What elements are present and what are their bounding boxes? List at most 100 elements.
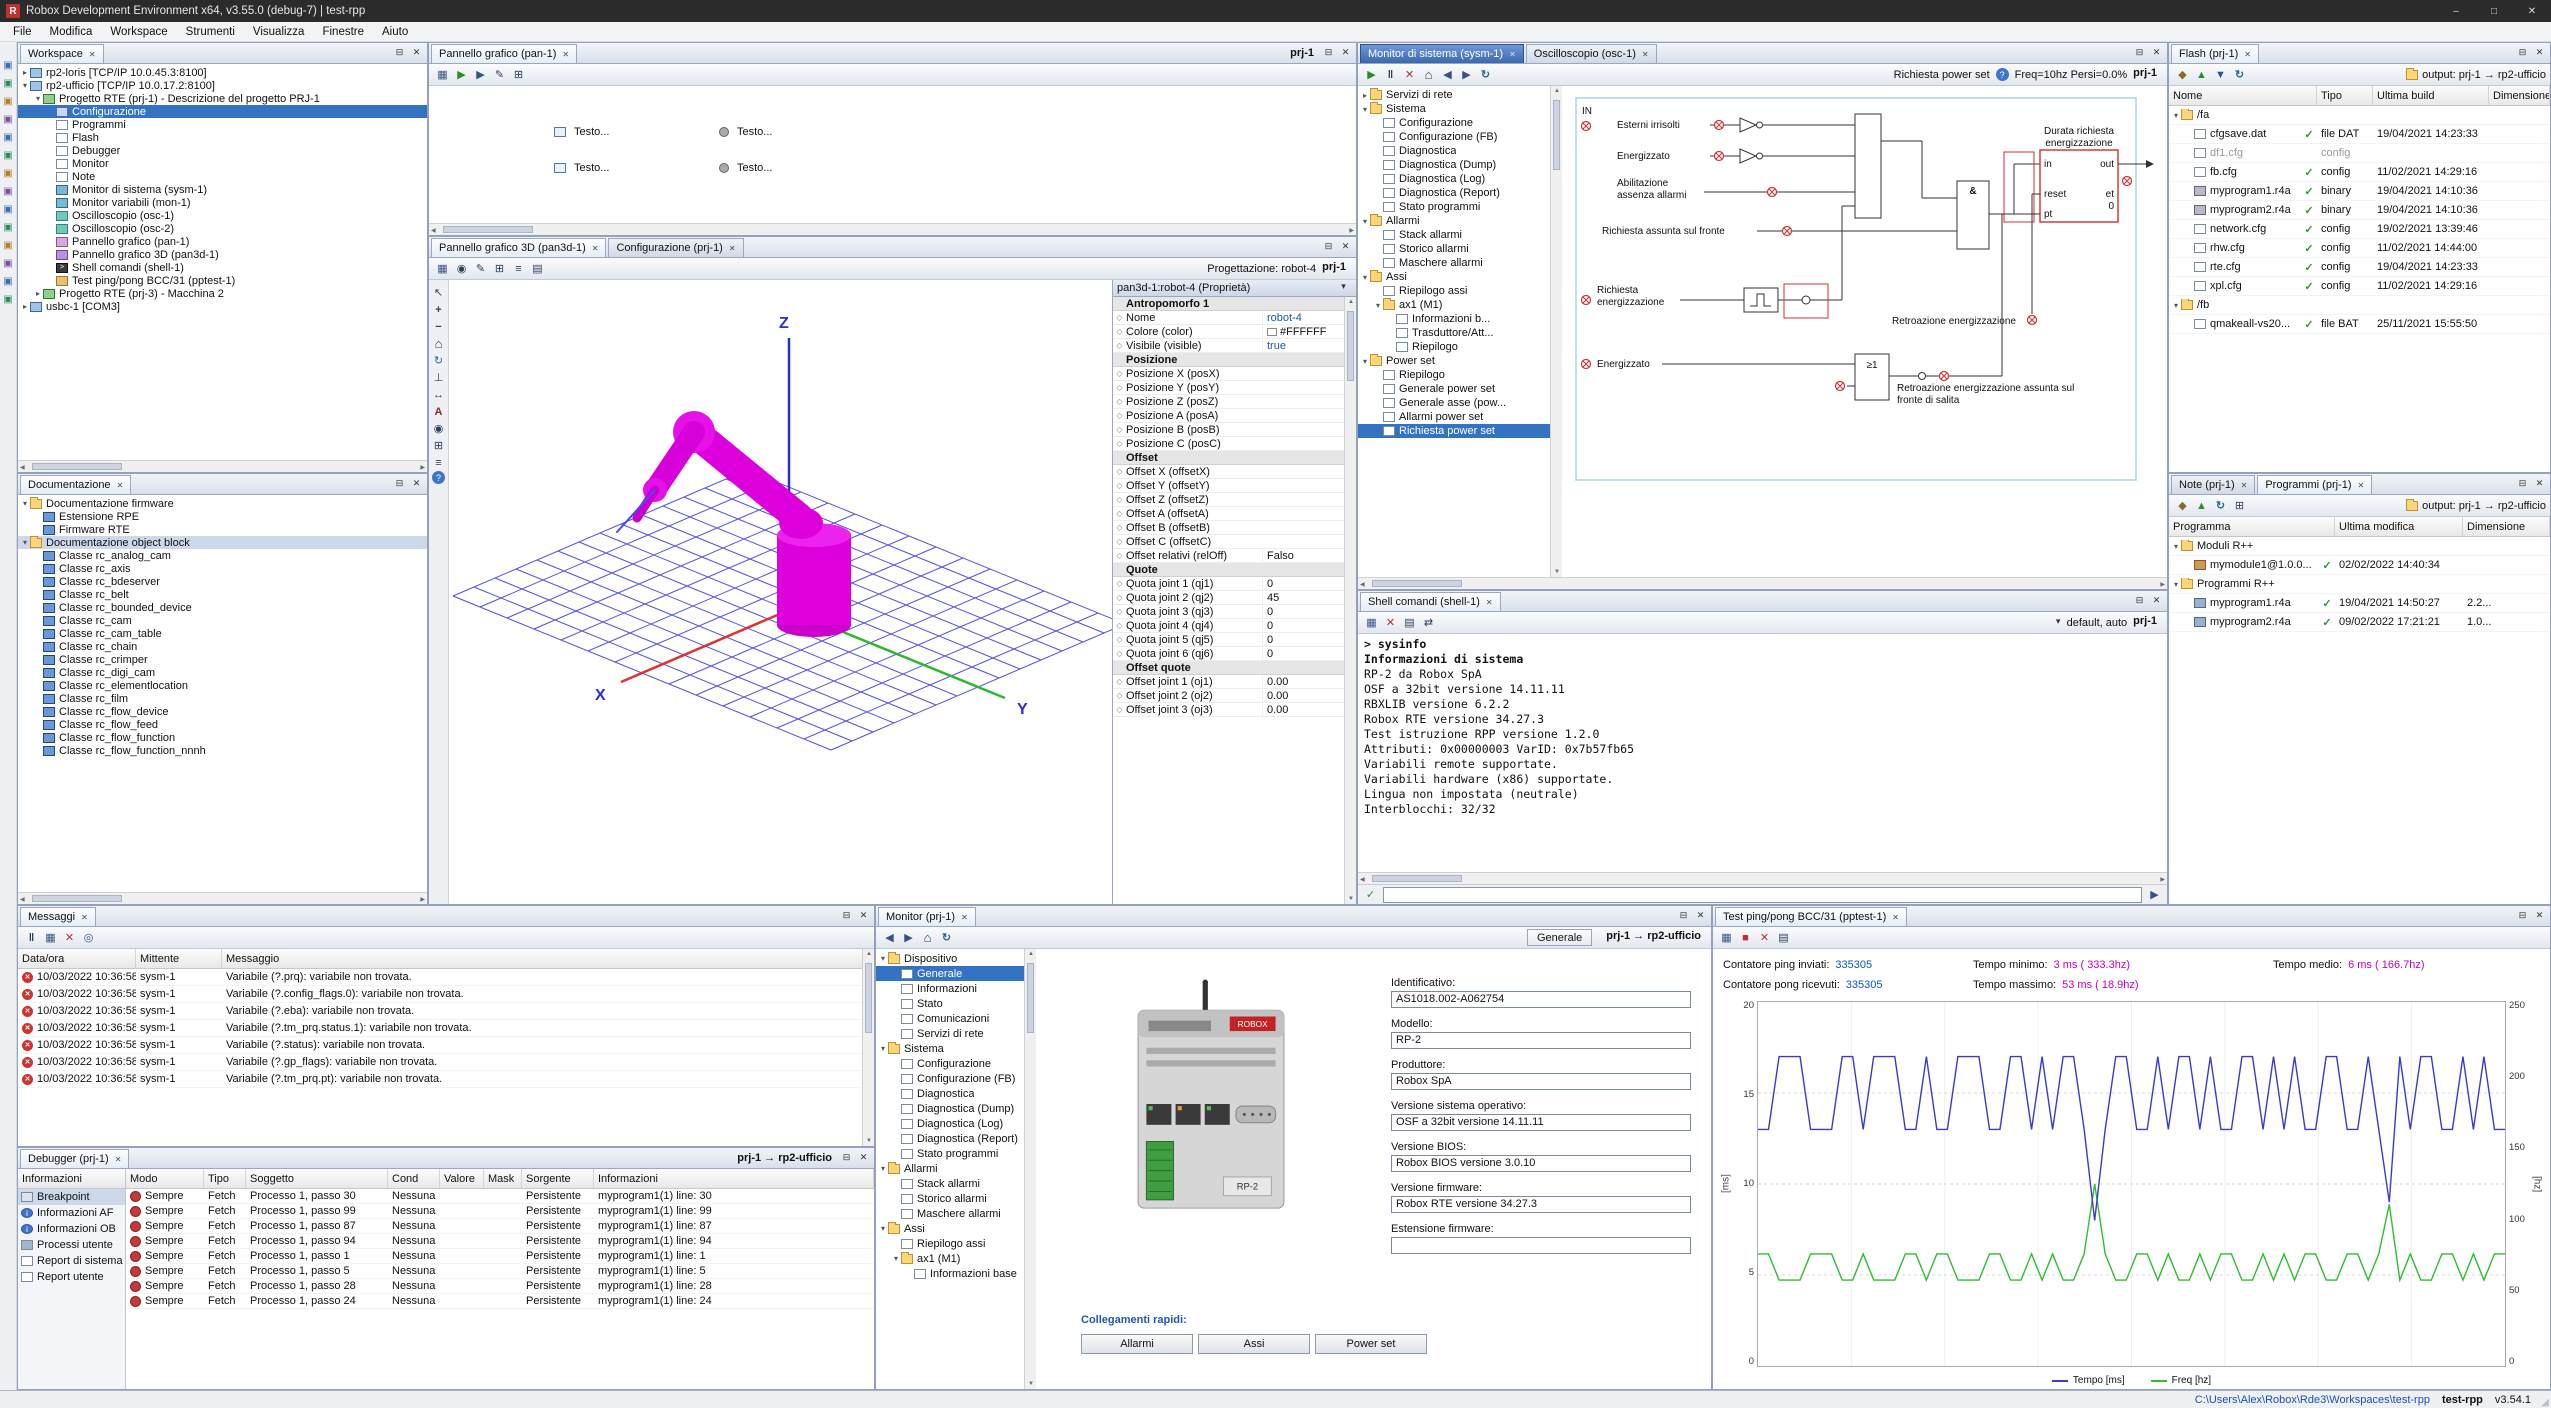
tab-close-icon[interactable] xyxy=(1892,913,1899,922)
layers-icon[interactable] xyxy=(510,260,527,277)
expander-icon[interactable] xyxy=(878,954,888,963)
tab-close-icon[interactable] xyxy=(1642,50,1649,59)
tree-item[interactable]: Allarmi xyxy=(1358,214,1550,228)
tree-item[interactable]: Documentazione firmware xyxy=(18,497,427,510)
clear-icon[interactable] xyxy=(61,929,78,946)
menu-down-icon[interactable] xyxy=(2051,614,2066,629)
tab-close-icon[interactable] xyxy=(115,1155,122,1164)
tab-close-icon[interactable] xyxy=(729,244,736,253)
tab-close-icon[interactable] xyxy=(2241,481,2248,490)
print-icon[interactable] xyxy=(1401,614,1418,631)
tree-item[interactable]: Assi xyxy=(1358,270,1550,284)
table-row[interactable]: Programmi R++ xyxy=(2169,575,2550,594)
refresh-icon[interactable] xyxy=(1477,66,1494,83)
flash-icon[interactable] xyxy=(1,274,15,288)
save-icon[interactable] xyxy=(434,260,451,277)
field-value[interactable]: OSF a 32bit versione 14.11.11 xyxy=(1391,1114,1691,1131)
axes-icon[interactable] xyxy=(430,369,447,386)
table-row[interactable]: Sempre Fetch Processo 1, passo 5 Nessuna… xyxy=(126,1264,874,1279)
clear-icon[interactable] xyxy=(1756,929,1773,946)
tree-item[interactable]: Classe rc_flow_function_nnnh xyxy=(18,744,427,757)
table-row[interactable]: Sempre Fetch Processo 1, passo 24 Nessun… xyxy=(126,1294,874,1309)
tree-item[interactable]: Classe rc_elementlocation xyxy=(18,679,427,692)
tree-item[interactable]: Diagnostica xyxy=(876,1086,1024,1101)
tab-close-icon[interactable] xyxy=(2244,50,2251,59)
tab-documentazione[interactable]: Documentazione xyxy=(20,475,131,494)
save-icon[interactable] xyxy=(1363,614,1380,631)
tree-item[interactable]: Generale asse (pow... xyxy=(1358,396,1550,410)
tree-item[interactable]: Progetto RTE (prj-1) - Descrizione del p… xyxy=(18,92,427,105)
table-row[interactable]: 10/03/2022 10:36:58 sysm-1 Variabile (?.… xyxy=(18,969,874,986)
table-row[interactable]: Sempre Fetch Processo 1, passo 94 Nessun… xyxy=(126,1234,874,1249)
table-row[interactable]: xpl.cfg config 11/02/2021 14:29:16 xyxy=(2169,277,2550,296)
pause-icon[interactable] xyxy=(23,929,40,946)
run-icon[interactable] xyxy=(1363,66,1380,83)
tree-item[interactable]: Test ping/pong BCC/31 (pptest-1) xyxy=(18,274,427,287)
documentation-icon[interactable] xyxy=(1,130,15,144)
run-icon[interactable] xyxy=(453,66,470,83)
field-value[interactable]: Robox SpA xyxy=(1391,1073,1691,1090)
expander-icon[interactable] xyxy=(1360,91,1370,100)
graphic-panel-canvas[interactable]: Testo... Testo... Testo... Testo... xyxy=(429,86,1356,186)
tab-pan1[interactable]: Pannello grafico (pan-1) xyxy=(431,44,577,63)
tab-shell[interactable]: Shell comandi (shell-1) xyxy=(1360,592,1501,611)
pin-icon[interactable] xyxy=(392,476,407,491)
table-row[interactable]: Sempre Fetch Processo 1, passo 28 Nessun… xyxy=(126,1279,874,1294)
search-icon[interactable] xyxy=(80,929,97,946)
menu-item[interactable]: Aiuto xyxy=(373,22,417,41)
prop-row[interactable]: Quota joint 3 (qj3) 0 xyxy=(1113,605,1344,619)
help-icon[interactable] xyxy=(1996,68,2009,81)
minimize-icon[interactable] xyxy=(2437,0,2475,22)
expander-icon[interactable] xyxy=(33,94,43,103)
upload-icon[interactable] xyxy=(2193,66,2210,83)
tab-close-icon[interactable] xyxy=(592,244,599,253)
pin-icon[interactable] xyxy=(2132,45,2147,60)
tree-item[interactable]: Programmi xyxy=(18,118,427,131)
pin-icon[interactable] xyxy=(392,45,407,60)
sidebar-item[interactable]: Breakpoint xyxy=(18,1189,125,1205)
tree-item[interactable]: Allarmi xyxy=(876,1161,1024,1176)
current-page-chip[interactable]: Generale xyxy=(1527,929,1592,946)
tree-item[interactable]: Estensione RPE xyxy=(18,510,427,523)
rotate-icon[interactable] xyxy=(430,352,447,369)
tab-workspace[interactable]: Workspace xyxy=(20,44,104,63)
tree-item[interactable]: Stack allarmi xyxy=(876,1176,1024,1191)
tree-item[interactable]: Classe rc_chain xyxy=(18,640,427,653)
sidebar-item[interactable]: Informazioni OB xyxy=(18,1221,125,1237)
tree-item[interactable]: Classe rc_analog_cam xyxy=(18,549,427,562)
tree-item[interactable]: Comunicazioni xyxy=(876,1011,1024,1026)
close-icon[interactable] xyxy=(2513,0,2551,22)
prop-row[interactable]: Quote xyxy=(1113,563,1344,577)
graphic-panel-3d-icon[interactable] xyxy=(1,220,15,234)
tab-close-icon[interactable] xyxy=(81,913,88,922)
menu-down-icon[interactable] xyxy=(1336,280,1351,294)
messages-icon[interactable] xyxy=(1,112,15,126)
prop-row[interactable]: Antropomorfo 1 xyxy=(1113,297,1344,311)
expander-icon[interactable] xyxy=(1360,217,1370,226)
tree-item[interactable]: Servizi di rete xyxy=(1358,88,1550,102)
prop-row[interactable]: Posizione B (posB) xyxy=(1113,423,1344,437)
tree-item[interactable]: Maschere allarmi xyxy=(876,1206,1024,1221)
tab-programmi[interactable]: Programmi (prj-1) xyxy=(2257,475,2372,494)
tree-item[interactable]: Stato xyxy=(876,996,1024,1011)
tree-item[interactable]: Firmware RTE xyxy=(18,523,427,536)
field-value[interactable] xyxy=(1391,1237,1691,1254)
tree-item[interactable]: Flash xyxy=(18,131,427,144)
sidebar-item[interactable]: Report utente xyxy=(18,1269,125,1285)
grid-icon[interactable] xyxy=(510,66,527,83)
tree-item[interactable]: Diagnostica (Dump) xyxy=(1358,158,1550,172)
table-row[interactable]: 10/03/2022 10:36:58 sysm-1 Variabile (?.… xyxy=(18,1020,874,1037)
horizontal-scrollbar[interactable] xyxy=(429,223,1356,235)
table-row[interactable]: 10/03/2022 10:36:58 sysm-1 Variabile (?.… xyxy=(18,986,874,1003)
tree-item[interactable]: rp2-loris [TCP/IP 10.0.45.3:8100] xyxy=(18,66,427,79)
camera-icon[interactable] xyxy=(453,260,470,277)
dock-close-icon[interactable] xyxy=(2532,476,2547,491)
download-icon[interactable] xyxy=(2212,66,2229,83)
prop-row[interactable]: Visibile (visible) true xyxy=(1113,339,1344,353)
monitor-icon[interactable] xyxy=(1,148,15,162)
pin-icon[interactable] xyxy=(839,1150,854,1165)
tree-item[interactable]: Classe rc_flow_device xyxy=(18,705,427,718)
panel-widget[interactable]: Testo... xyxy=(719,150,884,186)
horizontal-scrollbar[interactable] xyxy=(18,892,427,904)
menu-item[interactable]: Finestre xyxy=(313,22,373,41)
